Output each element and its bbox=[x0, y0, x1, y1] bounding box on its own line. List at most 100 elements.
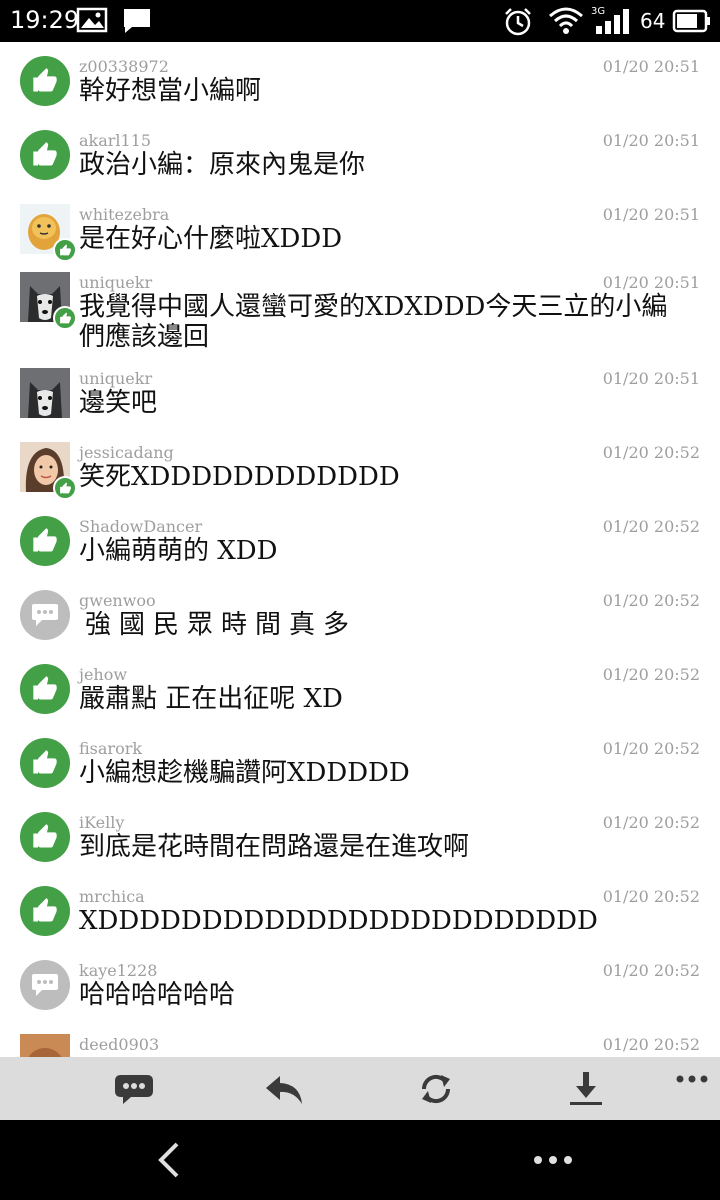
comment-item[interactable]: uniquekr 01/20 20:51 我覺得中國人還蠻可愛的XDXDDD今天… bbox=[0, 258, 720, 354]
comment-text: 小編想趁機騙讚阿XDDDDD bbox=[79, 758, 410, 788]
gallery-icon bbox=[76, 7, 108, 33]
download-icon bbox=[570, 1072, 602, 1105]
comment-time: 01/20 20:51 bbox=[602, 273, 700, 292]
alarm-icon bbox=[505, 8, 531, 36]
avatar[interactable] bbox=[20, 56, 70, 106]
comment-text: 到底是花時間在問路還是在進攻啊 bbox=[79, 832, 470, 862]
comment-text: 強國民眾時間真多 bbox=[85, 610, 358, 640]
more-icon bbox=[676, 1075, 708, 1083]
like-badge-icon bbox=[53, 476, 77, 500]
avatar[interactable] bbox=[20, 886, 70, 936]
comment-text: 邊笑吧 bbox=[79, 388, 158, 418]
avatar[interactable] bbox=[20, 368, 70, 418]
avatar[interactable] bbox=[20, 812, 70, 862]
comment-time: 01/20 20:52 bbox=[602, 517, 700, 536]
comment-item[interactable]: jessicadang 01/20 20:52 笑死XDDDDDDDDDDDD bbox=[0, 428, 720, 502]
comment-username: ShadowDancer bbox=[79, 517, 203, 536]
avatar[interactable] bbox=[20, 130, 70, 180]
refresh-button[interactable] bbox=[414, 1069, 458, 1109]
refresh-icon bbox=[421, 1074, 451, 1104]
thumbs-up-icon bbox=[20, 516, 70, 566]
avatar[interactable] bbox=[20, 738, 70, 788]
status-time: 19:29 bbox=[10, 6, 80, 34]
comment-username: mrchica bbox=[79, 887, 145, 906]
comment-list[interactable]: z00338972 01/20 20:51 幹好想當小編啊 akarl115 0… bbox=[0, 42, 720, 1057]
comment-username: iKelly bbox=[79, 813, 125, 832]
comment-time: 01/20 20:52 bbox=[602, 665, 700, 684]
comment-username: jehow bbox=[79, 665, 128, 684]
comment-time: 01/20 20:51 bbox=[602, 369, 700, 388]
speech-bubble-icon bbox=[20, 960, 70, 1010]
menu-dots-icon bbox=[534, 1156, 572, 1164]
comment-username: gwenwoo bbox=[79, 591, 156, 610]
avatar[interactable] bbox=[20, 1034, 70, 1057]
like-badge-icon bbox=[53, 306, 77, 330]
avatar[interactable] bbox=[20, 516, 70, 566]
thumbs-up-icon bbox=[20, 738, 70, 788]
comment-time: 01/20 20:52 bbox=[602, 739, 700, 758]
comment-time: 01/20 20:52 bbox=[602, 591, 700, 610]
reply-icon bbox=[266, 1076, 302, 1104]
comment-item[interactable]: jehow 01/20 20:52 嚴肅點 正在出征呢 XD bbox=[0, 650, 720, 724]
avatar[interactable] bbox=[20, 272, 77, 330]
comment-username: jessicadang bbox=[79, 443, 174, 462]
avatar[interactable] bbox=[20, 960, 70, 1010]
comment-text: 嚴肅點 正在出征呢 XD bbox=[79, 684, 343, 714]
message-icon bbox=[124, 9, 150, 33]
battery-percentage: 64 bbox=[640, 9, 666, 33]
battery-icon bbox=[672, 9, 710, 33]
comment-username: uniquekr bbox=[79, 369, 153, 388]
back-icon bbox=[158, 1142, 179, 1178]
comment-item[interactable]: ShadowDancer 01/20 20:52 小編萌萌的 XDD bbox=[0, 502, 720, 576]
comment-time: 01/20 20:52 bbox=[602, 961, 700, 980]
comment-item[interactable]: akarl115 01/20 20:51 政治小編：原來內鬼是你 bbox=[0, 116, 720, 190]
comment-item[interactable]: deed0903 01/20 20:52 bbox=[0, 1020, 720, 1057]
comment-text: 是在好心什麼啦XDDD bbox=[79, 224, 343, 254]
comment-item[interactable]: kaye1228 01/20 20:52 哈哈哈哈哈哈 bbox=[0, 946, 720, 1020]
menu-button[interactable] bbox=[530, 1150, 576, 1170]
comment-time: 01/20 20:51 bbox=[602, 131, 700, 150]
comment-time: 01/20 20:52 bbox=[602, 887, 700, 906]
thumbs-up-icon bbox=[20, 56, 70, 106]
comment-item[interactable]: z00338972 01/20 20:51 幹好想當小編啊 bbox=[0, 42, 720, 116]
comment-item[interactable]: whitezebra 01/20 20:51 是在好心什麼啦XDDD bbox=[0, 190, 720, 262]
comment-time: 01/20 20:52 bbox=[602, 443, 700, 462]
avatar[interactable] bbox=[20, 664, 70, 714]
avatar[interactable] bbox=[20, 442, 77, 500]
comment-item[interactable]: fisarork 01/20 20:52 小編想趁機騙讚阿XDDDDD bbox=[0, 724, 720, 798]
more-button[interactable] bbox=[670, 1059, 714, 1099]
comment-icon bbox=[115, 1075, 153, 1104]
bottom-toolbar bbox=[0, 1057, 720, 1120]
reply-button[interactable] bbox=[262, 1069, 306, 1109]
partial-avatar-photo bbox=[20, 1034, 70, 1057]
comment-username: deed0903 bbox=[79, 1035, 160, 1054]
comment-item[interactable]: gwenwoo 01/20 20:52 強國民眾時間真多 bbox=[0, 576, 720, 650]
avatar[interactable] bbox=[20, 204, 77, 262]
comment-text: XDDDDDDDDDDDDDDDDDDDDDDDD bbox=[79, 906, 598, 936]
back-button[interactable] bbox=[150, 1138, 190, 1182]
thumbs-up-icon bbox=[20, 812, 70, 862]
husky-avatar-photo bbox=[20, 368, 70, 418]
comment-username: z00338972 bbox=[79, 57, 169, 76]
comment-text: 哈哈哈哈哈哈 bbox=[79, 980, 236, 1010]
thumbs-up-icon bbox=[20, 886, 70, 936]
thumbs-up-icon bbox=[20, 664, 70, 714]
signal-icon bbox=[596, 9, 629, 34]
comment-username: whitezebra bbox=[79, 205, 170, 224]
status-bar: 19:29 3G 64 bbox=[0, 0, 720, 42]
comment-item[interactable]: iKelly 01/20 20:52 到底是花時間在問路還是在進攻啊 bbox=[0, 798, 720, 872]
comment-username: uniquekr bbox=[79, 273, 153, 292]
download-button[interactable] bbox=[564, 1069, 608, 1109]
comment-username: akarl115 bbox=[79, 131, 152, 150]
comment-username: fisarork bbox=[79, 739, 143, 758]
comment-item[interactable]: mrchica 01/20 20:52 XDDDDDDDDDDDDDDDDDDD… bbox=[0, 872, 720, 946]
comment-button[interactable] bbox=[112, 1069, 156, 1109]
comment-text: 幹好想當小編啊 bbox=[79, 76, 262, 106]
speech-bubble-icon bbox=[20, 590, 70, 640]
thumbs-up-icon bbox=[20, 130, 70, 180]
comment-item[interactable]: uniquekr 01/20 20:51 邊笑吧 bbox=[0, 354, 720, 428]
comment-text: 小編萌萌的 XDD bbox=[79, 536, 278, 566]
comment-text: 我覺得中國人還蠻可愛的XDXDDD今天三立的小編們應該邊回 bbox=[79, 292, 668, 352]
avatar[interactable] bbox=[20, 590, 70, 640]
comment-text: 政治小編：原來內鬼是你 bbox=[79, 150, 366, 180]
